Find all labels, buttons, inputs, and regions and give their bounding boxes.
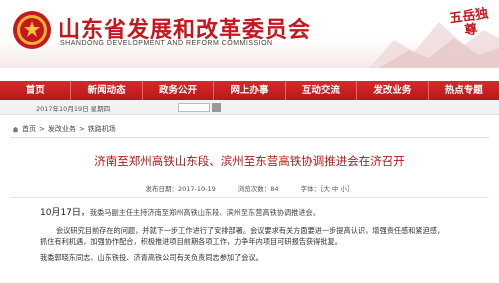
breadcrumb-separator: > xyxy=(39,125,45,133)
breadcrumb-railway[interactable]: 铁路机场 xyxy=(88,124,116,134)
nav-item-interaction[interactable]: 互动交流 xyxy=(286,81,358,100)
article-meta: 发布日期：2017-10-19 浏览次数：84 字体：［大 中 小］ xyxy=(0,183,499,193)
view-count: 浏览次数：84 xyxy=(237,185,279,193)
site-subtitle: SHANDONG DEVELOPMENT AND REFORM COMMISSI… xyxy=(60,40,273,47)
calligraphy-stamp: 五岳独尊 xyxy=(448,6,490,39)
article-paragraph: 抓住有利机遇，加强协作配合，积极推进项目前期各项工作，力争年内项目可研报告获得批… xyxy=(40,237,342,246)
nav-item-topics[interactable]: 热点专题 xyxy=(429,81,499,100)
article-title: 济南至郑州高铁山东段、滨州至东营高铁协调推进会在济召开 xyxy=(94,154,405,168)
font-size-selector[interactable]: 字体：［大 中 小］ xyxy=(301,183,354,193)
publish-date: 发布日期：2017-10-19 xyxy=(145,185,216,193)
article-paragraph: 我委郭晓东同志、山东铁投、济青高铁公司有关负责同志参加了会议。 xyxy=(40,253,263,262)
nav-item-home[interactable]: 首页 xyxy=(0,81,72,100)
national-emblem-icon xyxy=(13,11,51,49)
article-paragraph: 会议研究目前存在的问题，并就下一步工作进行了安排部署。会议要求有关方面要进一步提… xyxy=(56,226,445,235)
breadcrumb-home[interactable]: 首页 xyxy=(22,124,36,134)
article-paragraph: 10月17日，我委马副主任主持济南至郑州高铁山东段、滨州至东营高铁协调推进会。 xyxy=(40,207,485,219)
site-header: 山东省发展和改革委员会 SHANDONG DEVELOPMENT AND REF… xyxy=(0,0,499,68)
date-bar: 2017年10月19日 星期四 xyxy=(0,100,499,115)
breadcrumb-separator: > xyxy=(78,125,85,133)
nav-item-news[interactable]: 新闻动态 xyxy=(71,81,143,100)
search-button[interactable] xyxy=(212,103,221,112)
breadcrumb-business[interactable]: 发改业务 xyxy=(48,124,76,134)
main-nav: 首页 新闻动态 政务公开 网上办事 互动交流 发改业务 热点专题 xyxy=(0,81,499,100)
home-icon xyxy=(12,126,19,132)
breadcrumb: 首页 > 发改业务 > 铁路机场 xyxy=(12,124,116,134)
nav-item-business[interactable]: 发改业务 xyxy=(357,81,429,100)
search-input[interactable] xyxy=(178,103,210,112)
divider xyxy=(10,197,489,198)
nav-item-public-affairs[interactable]: 政务公开 xyxy=(143,81,215,100)
paragraph-text: 我委马副主任主持济南至郑州高铁山东段、滨州至东营高铁协调推进会。 xyxy=(89,208,320,217)
divider xyxy=(10,137,489,138)
paragraph-lead: 10月17日， xyxy=(40,208,90,218)
current-date: 2017年10月19日 星期四 xyxy=(36,105,111,113)
nav-item-online-services[interactable]: 网上办事 xyxy=(214,81,286,100)
